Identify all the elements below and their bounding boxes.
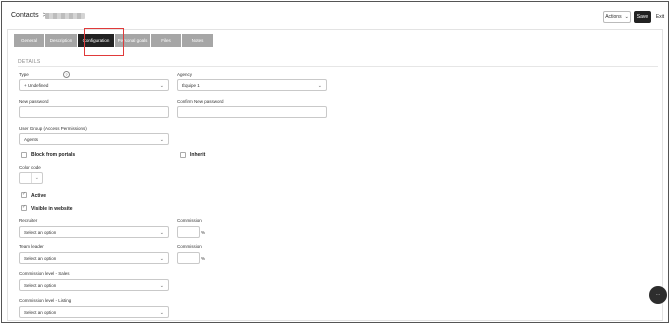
type-value: + Undefined	[24, 82, 49, 88]
tab-highlight-box	[84, 28, 124, 56]
type-select[interactable]: + Undefined ⌄	[19, 79, 169, 91]
tab-notes[interactable]: Notes	[182, 34, 213, 47]
recruiter-commission-label: Commission	[177, 218, 202, 223]
more-icon: ⋯	[655, 292, 661, 298]
type-label: Type	[19, 72, 29, 77]
block-portals-checkbox[interactable]	[21, 152, 27, 158]
active-label: Active	[31, 193, 47, 199]
commission-sales-value: Select an option	[24, 282, 57, 288]
tab-files[interactable]: Files	[151, 34, 181, 47]
commission-listing-value: Select an option	[24, 309, 57, 315]
actions-label: Actions	[605, 14, 622, 20]
commission-sales-label: Commission level - Sales	[19, 271, 70, 276]
block-portals-label: Block from portals	[31, 152, 76, 158]
team-commission-label: Commission	[177, 244, 202, 249]
section-divider	[18, 66, 658, 67]
visible-website-label: Visible in website	[31, 206, 73, 212]
inherit-label: Inherit	[190, 152, 206, 158]
new-password-field[interactable]	[19, 106, 169, 118]
chevron-down-icon: ⌄	[34, 175, 39, 181]
active-checkbox[interactable]	[21, 191, 27, 198]
percent-suffix: %	[200, 230, 205, 235]
confirm-password-label: Confirm New password	[177, 99, 224, 104]
breadcrumb-contacts[interactable]: Contacts	[11, 12, 39, 19]
save-button[interactable]: Save	[634, 11, 651, 23]
chevron-down-icon: ⌄	[317, 83, 322, 89]
recruiter-value: Select an option	[24, 229, 57, 235]
percent-suffix: %	[200, 256, 205, 261]
page-title: Contacts >	[11, 12, 49, 19]
recruiter-label: Recruiter	[19, 218, 38, 223]
chevron-down-icon: ⌄	[159, 137, 164, 143]
content-panel	[7, 29, 663, 321]
commission-listing-select[interactable]: Select an option ⌄	[19, 306, 169, 318]
redacted-contact-name	[45, 13, 85, 19]
tab-description[interactable]: Description	[45, 34, 77, 47]
color-code-label: Color code	[19, 165, 41, 170]
chevron-down-icon: ⌄	[624, 14, 629, 20]
picker-divider	[31, 173, 32, 183]
new-password-label: New password	[19, 99, 49, 104]
app-window: Contacts > Actions ⌄ Save Exit General D…	[1, 1, 669, 323]
color-code-picker[interactable]: ⌄	[19, 172, 43, 184]
team-leader-select[interactable]: Select an option ⌄	[19, 252, 169, 264]
team-leader-label: Team leader	[19, 244, 44, 249]
recruiter-commission-field[interactable]: %	[177, 226, 205, 238]
tab-general[interactable]: General	[14, 34, 44, 47]
user-group-select[interactable]: Agents ⌄	[19, 133, 169, 145]
help-icon[interactable]: ?	[63, 71, 70, 78]
chevron-down-icon: ⌄	[159, 83, 164, 89]
team-commission-field[interactable]: %	[177, 252, 205, 264]
recruiter-select[interactable]: Select an option ⌄	[19, 226, 169, 238]
commission-listing-label: Commission level - Listing	[19, 298, 72, 303]
agency-value: Équipe 1	[182, 82, 200, 88]
agency-label: Agency	[177, 72, 193, 77]
agency-select[interactable]: Équipe 1 ⌄	[177, 79, 327, 91]
inherit-checkbox[interactable]	[180, 152, 186, 158]
confirm-password-field[interactable]	[177, 106, 327, 118]
chevron-down-icon: ⌄	[159, 283, 164, 289]
chevron-down-icon: ⌄	[159, 256, 164, 262]
commission-sales-select[interactable]: Select an option ⌄	[19, 279, 169, 291]
user-group-label: User Group (Access Permissions)	[19, 126, 87, 131]
chevron-down-icon: ⌄	[159, 230, 164, 236]
exit-button[interactable]: Exit	[653, 11, 667, 23]
section-title: DETAILS	[18, 59, 41, 65]
floating-action-button[interactable]: ⋯	[649, 286, 667, 304]
visible-website-checkbox[interactable]	[21, 204, 27, 211]
chevron-down-icon: ⌄	[159, 310, 164, 316]
team-leader-value: Select an option	[24, 255, 57, 261]
user-group-value: Agents	[24, 136, 39, 142]
actions-button[interactable]: Actions ⌄	[603, 11, 631, 23]
